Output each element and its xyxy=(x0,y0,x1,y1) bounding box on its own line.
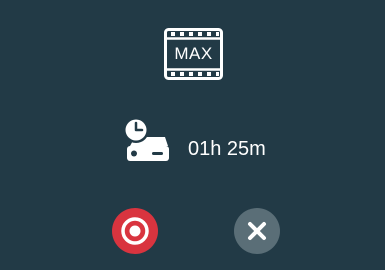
close-icon xyxy=(248,222,266,240)
storage-status xyxy=(121,116,169,166)
video-mode-indicator: MAX xyxy=(164,28,223,80)
record-button[interactable] xyxy=(112,208,158,254)
mode-label: MAX xyxy=(174,44,213,63)
storage-clock-icon xyxy=(123,117,169,161)
record-icon xyxy=(121,217,149,245)
camera-mode-screen: MAX 01h 25m xyxy=(0,0,385,270)
cancel-button[interactable] xyxy=(234,208,280,254)
remaining-recording-time: 01h 25m xyxy=(188,138,266,160)
